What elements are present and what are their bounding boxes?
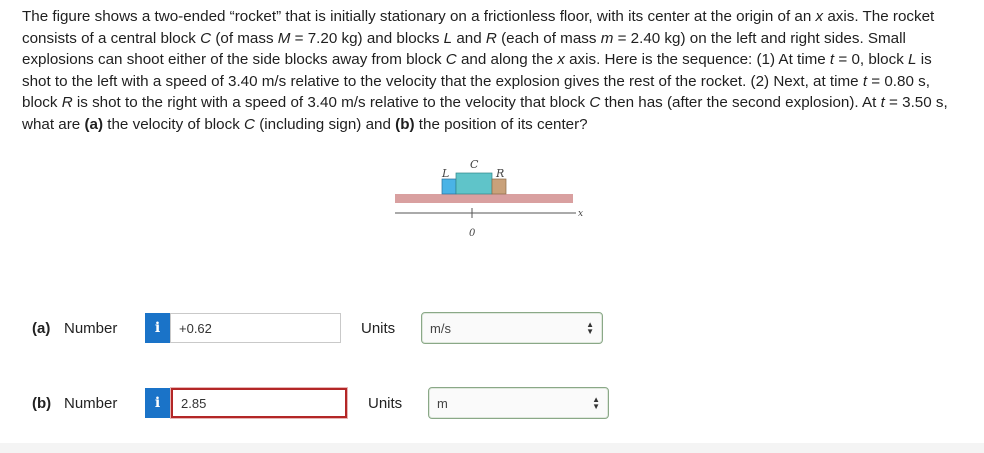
block-r bbox=[491, 178, 507, 195]
x-axis-label: x bbox=[578, 209, 583, 219]
block-c bbox=[455, 172, 493, 195]
info-icon[interactable]: i bbox=[145, 388, 170, 418]
units-label-a: Units bbox=[361, 320, 396, 337]
block-l-label: L bbox=[441, 167, 449, 180]
origin-label: 0 bbox=[469, 228, 476, 239]
part-b-label: (b) bbox=[32, 395, 52, 412]
number-label-b: Number bbox=[64, 395, 118, 412]
number-input-b[interactable]: 2.85 bbox=[170, 387, 348, 419]
units-select-a-value: m/s bbox=[430, 320, 451, 336]
answer-row-b: (b) Number i 2.85 Units m ▲ ▼ bbox=[0, 385, 984, 425]
block-l bbox=[441, 178, 457, 195]
units-select-b[interactable]: m ▲ ▼ bbox=[428, 387, 609, 419]
block-c-label: C bbox=[470, 158, 479, 171]
rocket-figure: x 0 L C R bbox=[395, 158, 583, 239]
number-label-a: Number bbox=[64, 320, 118, 337]
select-arrows-icon: ▲ ▼ bbox=[586, 320, 594, 336]
select-arrows-icon: ▲ ▼ bbox=[592, 395, 600, 411]
block-r-label: R bbox=[495, 167, 504, 180]
units-select-a[interactable]: m/s ▲ ▼ bbox=[421, 312, 603, 344]
part-a-label: (a) bbox=[32, 320, 51, 337]
info-icon[interactable]: i bbox=[145, 313, 170, 343]
floor bbox=[395, 194, 573, 203]
number-input-a[interactable]: +0.62 bbox=[170, 313, 341, 343]
bottom-band bbox=[0, 443, 984, 453]
problem-statement: The figure shows a two-ended “rocket” th… bbox=[22, 8, 948, 133]
answer-row-a: (a) Number i +0.62 Units m/s ▲ ▼ bbox=[0, 310, 984, 350]
units-label-b: Units bbox=[368, 395, 403, 412]
units-select-b-value: m bbox=[437, 395, 448, 411]
